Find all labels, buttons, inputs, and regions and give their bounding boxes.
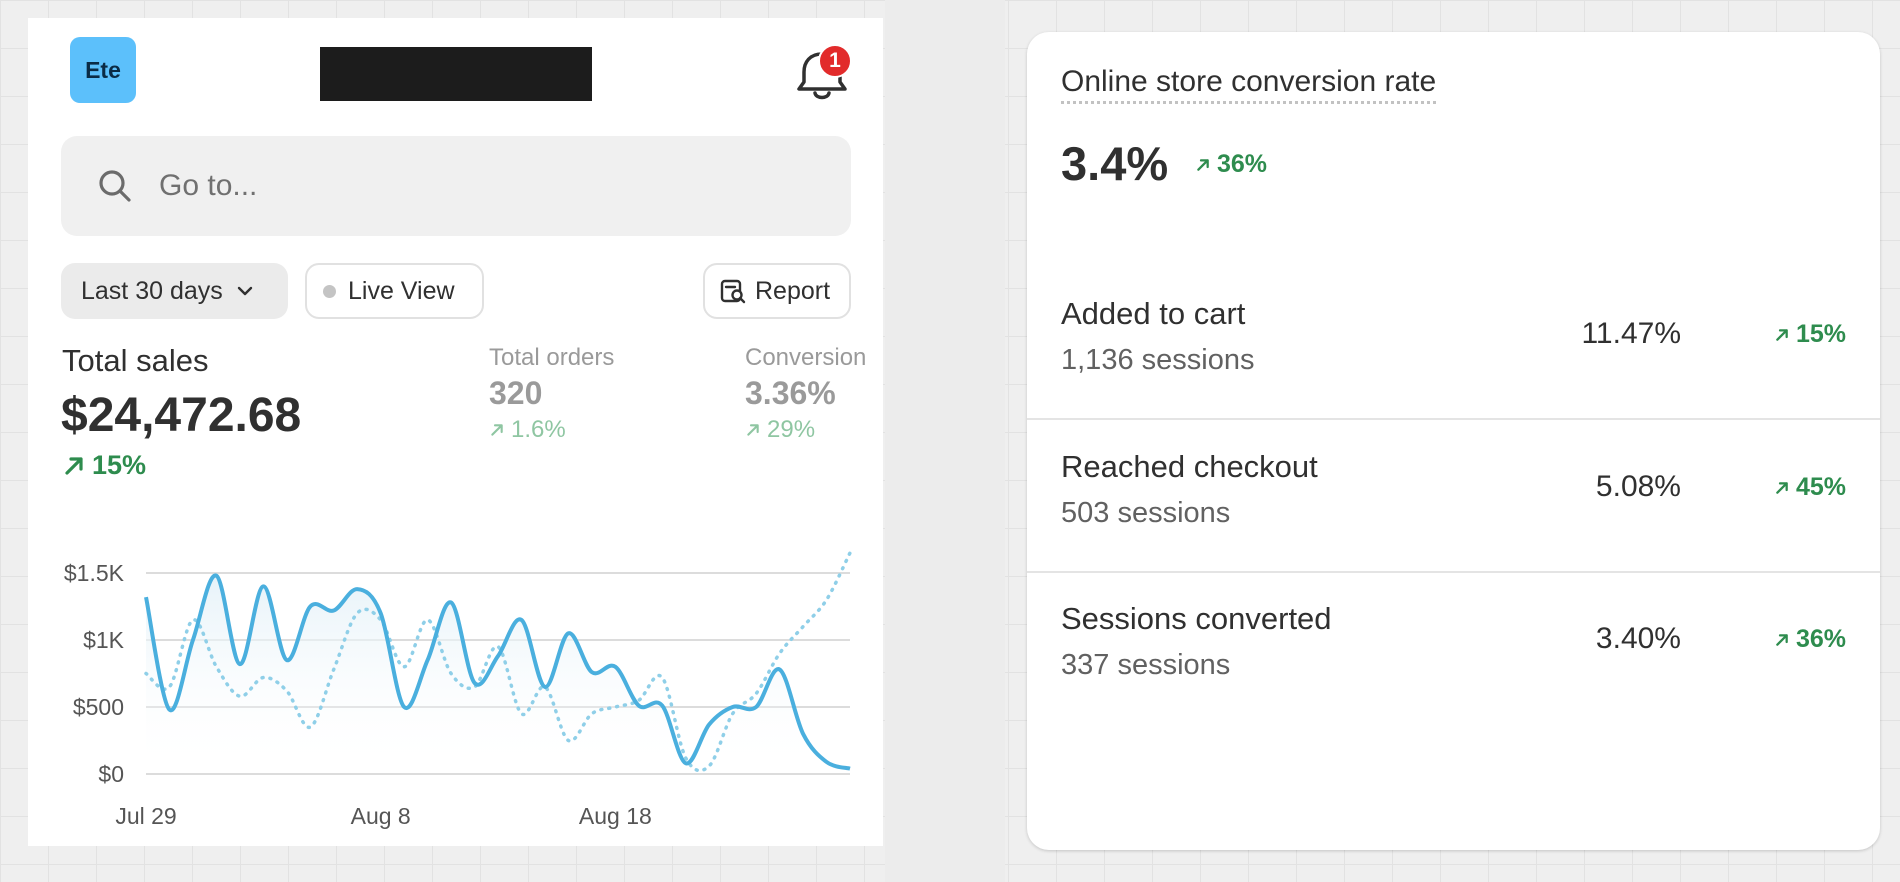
- total-sales-value: $24,472.68: [61, 389, 302, 442]
- report-button[interactable]: Report: [703, 263, 851, 319]
- y-tick-label: $500: [73, 694, 124, 720]
- arrow-up-right-icon: [1776, 328, 1788, 341]
- x-tick-label: Jul 29: [115, 803, 176, 829]
- conversion-change-value: 29%: [767, 416, 816, 443]
- conversion-change: 29%: [745, 416, 815, 444]
- conversion-card-title[interactable]: Online store conversion rate: [1061, 65, 1437, 104]
- date-range-label: Last 30 days: [81, 276, 223, 305]
- live-view-label: Live View: [348, 276, 455, 305]
- conversion-rate-card: Online store conversion rate 3.4% 36% Ad…: [1027, 32, 1880, 850]
- conversion-value: 3.36%: [745, 375, 836, 411]
- funnel-change-value: 45%: [1795, 473, 1846, 501]
- funnel-sessions: 337 sessions: [1061, 649, 1231, 681]
- chevron-down-icon: [237, 286, 252, 296]
- conversion-label: Conversion: [745, 344, 867, 371]
- total-sales-change-value: 15%: [92, 450, 147, 480]
- live-view-button[interactable]: Live View: [305, 263, 484, 319]
- funnel-row-added-to-cart: Added to cart 1,136 sessions 11.47% 15%: [1027, 266, 1880, 420]
- mobile-home-panel: Ete 1 Last 30 days Live View Report: [28, 18, 883, 846]
- total-sales-label: Total sales: [62, 343, 209, 378]
- funnel-change-value: 36%: [1795, 625, 1846, 653]
- arrow-up-right-icon: [1776, 633, 1788, 646]
- arrow-up-right-icon: [747, 424, 759, 436]
- funnel-change: 36%: [1774, 625, 1846, 654]
- funnel-label: Reached checkout: [1061, 449, 1318, 484]
- funnel-label: Added to cart: [1061, 296, 1246, 331]
- y-tick-label: $1.5K: [64, 560, 125, 586]
- search-bar[interactable]: [61, 136, 851, 236]
- funnel-change: 45%: [1774, 473, 1846, 502]
- background-column: [885, 0, 1005, 882]
- funnel-rate: 5.08%: [1595, 470, 1681, 503]
- x-tick-label: Aug 18: [579, 803, 652, 829]
- report-label: Report: [755, 276, 831, 305]
- date-range-button[interactable]: Last 30 days: [61, 263, 288, 319]
- arrow-up-right-icon: [491, 424, 503, 436]
- live-status-dot: [323, 284, 336, 298]
- funnel-row-reached-checkout: Reached checkout 503 sessions 5.08% 45%: [1027, 419, 1880, 573]
- conversion-rate-change-value: 36%: [1217, 150, 1268, 178]
- total-orders-change-value: 1.6%: [511, 416, 566, 443]
- arrow-up-right-icon: [1776, 481, 1788, 494]
- funnel-sessions: 503 sessions: [1061, 497, 1231, 529]
- sales-chart[interactable]: $1.5K $1K $500 $0 Jul 29 Aug 8 Aug 18: [28, 518, 883, 846]
- funnel-change-value: 15%: [1795, 320, 1846, 348]
- report-icon: [720, 279, 746, 304]
- store-avatar[interactable]: Ete: [70, 37, 136, 103]
- arrow-up-right-icon: [1197, 158, 1209, 171]
- funnel-sessions: 1,136 sessions: [1061, 344, 1255, 376]
- y-tick-label: $0: [98, 761, 124, 787]
- search-input[interactable]: [159, 164, 799, 208]
- total-sales-change: 15%: [62, 450, 146, 481]
- x-tick-label: Aug 8: [351, 803, 411, 829]
- notification-badge: 1: [818, 44, 852, 78]
- current-period-area: [146, 575, 850, 774]
- conversion-rate-change: 36%: [1195, 150, 1267, 179]
- total-orders-value: 320: [489, 375, 543, 411]
- arrow-up-right-icon: [65, 456, 83, 475]
- funnel-rate: 3.40%: [1595, 622, 1681, 655]
- search-icon: [99, 170, 131, 202]
- funnel-label: Sessions converted: [1061, 601, 1332, 636]
- funnel-row-sessions-converted: Sessions converted 337 sessions 3.40% 36…: [1027, 571, 1880, 723]
- conversion-rate-value: 3.4%: [1061, 137, 1169, 190]
- funnel-rate: 11.47%: [1581, 317, 1681, 350]
- total-orders-label: Total orders: [489, 344, 615, 371]
- y-tick-label: $1K: [83, 627, 125, 653]
- funnel-change: 15%: [1774, 320, 1846, 349]
- store-name-redacted: [320, 47, 592, 101]
- total-orders-change: 1.6%: [489, 416, 566, 444]
